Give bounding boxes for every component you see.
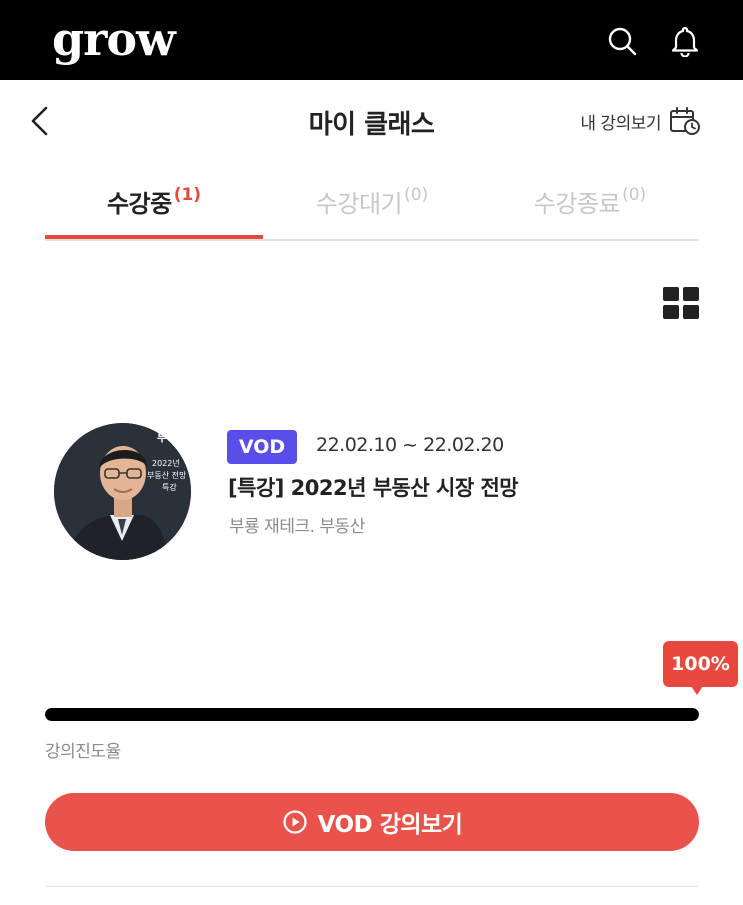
class-period: 22.02.10 ~ 22.02.20 — [316, 434, 504, 456]
vod-badge: VOD — [227, 430, 297, 464]
grow-logo[interactable]: grow — [52, 9, 176, 69]
top-bar: grow — [0, 0, 743, 80]
class-thumbnail[interactable]: 부 2022년 부동산 전망 특강 — [54, 423, 191, 560]
tab-in-progress[interactable]: 수강중 (1) — [45, 162, 263, 239]
tab-count: (0) — [622, 185, 647, 205]
class-status-tabs: 수강중 (1) 수강대기 (0) 수강종료 (0) — [45, 162, 699, 241]
class-title[interactable]: [특강] 2022년 부동산 시장 전망 — [228, 472, 519, 502]
grid-cell — [683, 287, 699, 301]
progress-bar — [45, 708, 699, 721]
divider — [45, 886, 699, 887]
tab-label: 수강대기 — [315, 190, 403, 218]
page-header: 마이 클래스 내 강의보기 — [0, 80, 743, 162]
instructor-photo: 부 2022년 부동산 전망 특강 — [54, 423, 191, 560]
grid-cell — [683, 305, 699, 319]
progress-percent-tooltip: 100% — [663, 641, 738, 687]
tab-count: (0) — [404, 185, 429, 205]
class-category: 부룡 재테크. 부동산 — [229, 517, 365, 537]
progress-bar-fill — [45, 708, 699, 721]
bell-icon[interactable] — [669, 25, 701, 57]
search-icon[interactable] — [606, 25, 638, 57]
active-tab-indicator — [45, 235, 263, 239]
thumbnail-text-3: 부동산 전망 — [147, 470, 187, 480]
thumbnail-text-1: 부 — [157, 431, 167, 444]
my-lecture-link[interactable]: 내 강의보기 — [580, 106, 701, 136]
tab-count: (1) — [173, 185, 202, 205]
my-lecture-label: 내 강의보기 — [580, 113, 661, 134]
grid-view-icon[interactable] — [663, 287, 699, 319]
tab-label: 수강종료 — [533, 190, 621, 218]
progress-label: 강의진도율 — [45, 742, 121, 762]
thumbnail-text-4: 특강 — [162, 482, 177, 492]
watch-vod-button[interactable]: VOD 강의보기 — [45, 793, 699, 851]
logo-text: grow — [52, 12, 176, 66]
thumbnail-text-2: 2022년 — [152, 458, 180, 468]
tab-waiting[interactable]: 수강대기 (0) — [263, 162, 481, 237]
play-circle-icon — [283, 810, 307, 834]
tooltip-arrow — [691, 686, 703, 695]
tab-label: 수강중 — [106, 190, 172, 218]
watch-vod-label: VOD 강의보기 — [317, 812, 463, 838]
grid-cell — [663, 305, 679, 319]
calendar-clock-icon — [670, 107, 700, 135]
grid-cell — [663, 287, 679, 301]
tab-finished[interactable]: 수강종료 (0) — [481, 162, 699, 237]
